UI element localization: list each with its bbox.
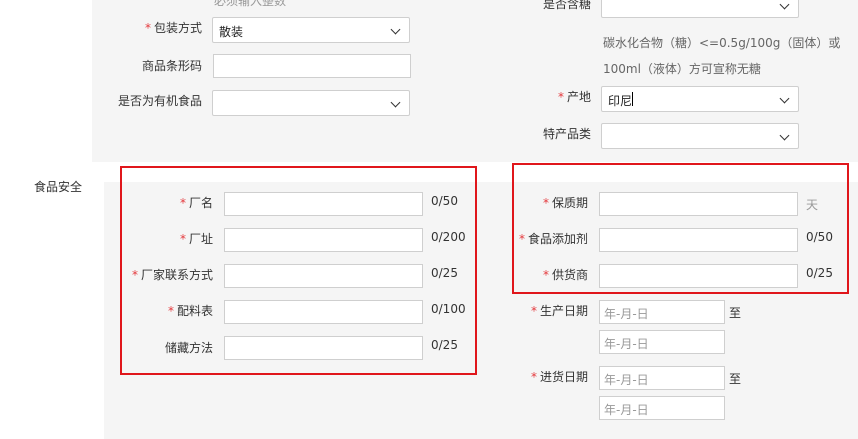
packing-select[interactable]: 散装 [212, 17, 410, 43]
integer-hint: 必须输入整数 [214, 0, 287, 8]
barcode-input[interactable] [213, 54, 411, 78]
highlight-box-left [120, 166, 477, 375]
sugar-hint-line2: 100ml（液体）方可宣称无糖 [603, 62, 761, 76]
text-cursor [632, 92, 633, 106]
date-placeholder: 年-月-日 [604, 337, 649, 351]
food-safety-section-label: 食品安全 [34, 180, 83, 194]
organic-label: 是否为有机食品 [117, 94, 202, 108]
origin-value: 印尼 [608, 94, 633, 108]
chevron-down-icon [779, 130, 790, 141]
date-placeholder: 年-月-日 [604, 373, 649, 387]
specialty-select[interactable] [601, 123, 799, 149]
highlight-box-right [512, 163, 849, 294]
date-placeholder: 年-月-日 [604, 307, 649, 321]
origin-select[interactable]: 印尼 [601, 86, 799, 112]
sugar-hint-line1: 碳水化合物（糖）<=0.5g/100g（固体）或 [603, 36, 841, 50]
barcode-label: 商品条形码 [141, 59, 202, 73]
production-date-end[interactable]: 年-月-日 [599, 330, 725, 354]
chevron-down-icon [779, 0, 790, 10]
production-date-label: * 生产日期 [530, 304, 588, 318]
sugar-label: 是否含糖 [542, 0, 591, 11]
purchase-date-end[interactable]: 年-月-日 [599, 396, 725, 420]
packing-label: * 包装方式 [144, 21, 202, 35]
packing-value: 散装 [219, 25, 244, 39]
production-date-start[interactable]: 年-月-日 [599, 300, 725, 324]
organic-select[interactable] [212, 90, 410, 116]
date-placeholder: 年-月-日 [604, 403, 649, 417]
chevron-down-icon [779, 93, 790, 104]
purchase-date-label: * 进货日期 [530, 370, 588, 384]
specialty-label: 特产品类 [542, 127, 591, 141]
purchase-date-to: 至 [729, 372, 742, 386]
production-date-to: 至 [729, 306, 742, 320]
chevron-down-icon [390, 97, 401, 108]
chevron-down-icon [390, 24, 401, 35]
sugar-select[interactable] [601, 0, 799, 18]
purchase-date-start[interactable]: 年-月-日 [599, 366, 725, 390]
origin-label: * 产地 [557, 90, 591, 104]
